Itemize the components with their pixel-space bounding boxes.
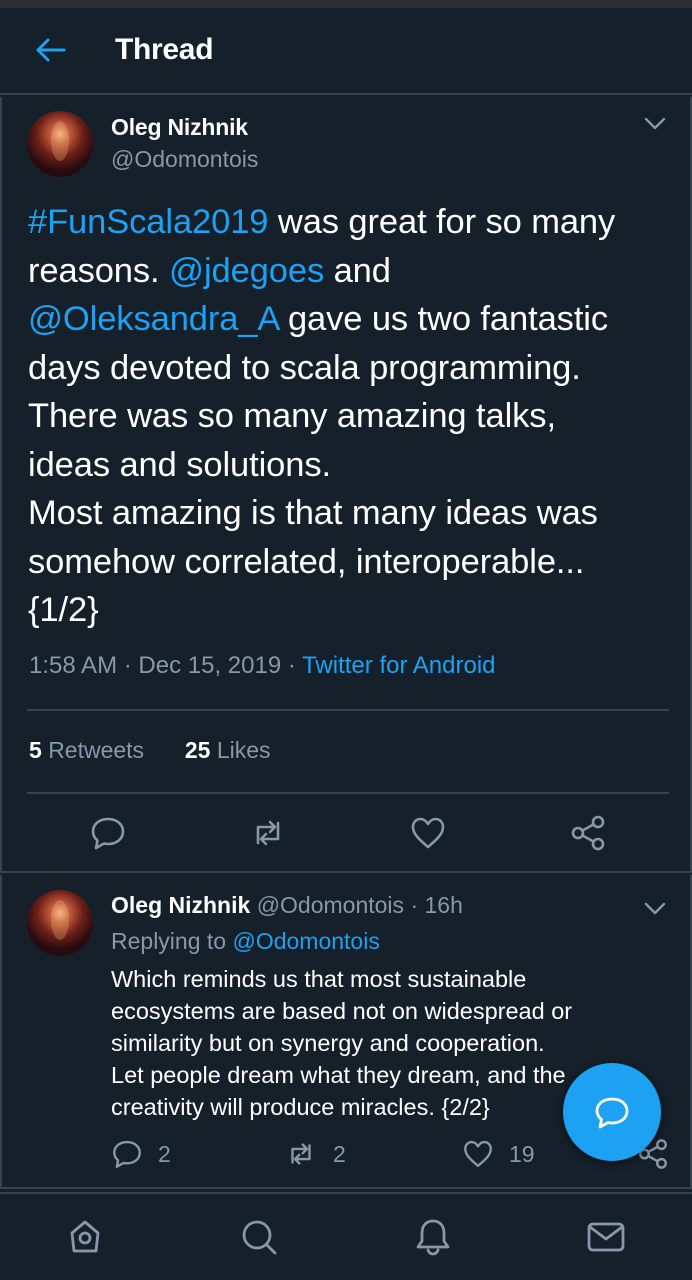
tweet-text-line: @Oleksandra_A gave us two fantastic bbox=[28, 295, 678, 344]
tweet-date: Dec 15, 2019 bbox=[138, 652, 282, 679]
retweets-label: Retweets bbox=[48, 737, 145, 763]
like-icon bbox=[411, 817, 445, 849]
tweet-text-segment: somehow correlated, interoperable... bbox=[28, 542, 585, 581]
nav-home[interactable] bbox=[64, 1216, 106, 1258]
retweet-button[interactable] bbox=[284, 1137, 324, 1177]
author-handle[interactable]: @Odomontois bbox=[111, 146, 258, 173]
like-count: 19 bbox=[509, 1141, 535, 1167]
tweet-text-line: #FunScala2019 was great for so many bbox=[28, 198, 678, 247]
search-icon bbox=[242, 1220, 277, 1255]
mention-link[interactable]: @Oleksandra_A bbox=[28, 300, 279, 338]
tweet-text-line: similarity but on synergy and cooperatio… bbox=[111, 1030, 545, 1056]
retweets-count: 5 bbox=[29, 737, 42, 763]
tweet-text-segment: Most amazing is that many ideas was bbox=[28, 494, 598, 532]
author-name[interactable]: Oleg Nizhnik bbox=[111, 114, 248, 141]
likes-count: 25 bbox=[184, 737, 211, 763]
like-icon bbox=[464, 1140, 492, 1168]
tweet-text-line: There was so many amazing talks, bbox=[28, 392, 678, 441]
avatar[interactable] bbox=[27, 111, 93, 177]
tweet-text-line: Which reminds us that most sustainable bbox=[111, 966, 527, 992]
reply-count: 2 bbox=[158, 1141, 171, 1167]
replying-to: Replying to @Odomontois bbox=[111, 928, 380, 955]
tweet-text-segment: ideas and solutions. bbox=[28, 445, 331, 484]
messages-icon bbox=[587, 1222, 625, 1252]
tweet-text-line: Most amazing is that many ideas was bbox=[28, 489, 678, 538]
reply-button[interactable] bbox=[88, 813, 128, 853]
chevron-down-icon bbox=[644, 117, 666, 130]
tweet-text: #FunScala2019 was great for so many reaso… bbox=[28, 198, 678, 635]
divider bbox=[27, 792, 669, 794]
tweet-source-link[interactable]: Twitter for Android bbox=[302, 652, 495, 679]
tweet-text-line: {1/2} bbox=[28, 586, 678, 635]
tweet-time: 1:58 AM bbox=[29, 652, 118, 679]
tweet-text-line: ideas and solutions. bbox=[28, 441, 678, 490]
tweet-text-segment: and bbox=[324, 251, 391, 290]
replying-to-link[interactable]: @Odomontois bbox=[232, 928, 379, 954]
tweet-text-segment: days devoted to scala programming. bbox=[28, 348, 581, 387]
tweet-text-segment: There was so many amazing talks, bbox=[28, 397, 556, 435]
reply-icon bbox=[113, 1140, 141, 1168]
notifications-icon bbox=[416, 1219, 450, 1256]
author-name[interactable]: Oleg Nizhnik bbox=[111, 892, 250, 918]
tweet-text-segment: reasons. bbox=[28, 251, 170, 290]
nav-search[interactable] bbox=[238, 1216, 280, 1258]
likes-stat[interactable]: 25 Likes bbox=[185, 737, 271, 763]
tweet-text-segment: {1/2} bbox=[28, 591, 99, 629]
retweets-stat[interactable]: 5 Retweets bbox=[29, 737, 144, 763]
tweet-text-line: somehow correlated, interoperable... bbox=[28, 538, 678, 587]
meta-separator: · bbox=[123, 652, 139, 679]
likes-label: Likes bbox=[216, 737, 271, 763]
avatar[interactable] bbox=[27, 890, 93, 956]
reply-button[interactable] bbox=[110, 1137, 150, 1177]
reply-icon bbox=[91, 817, 125, 850]
tweet-stats: 5 Retweets 25 Likes bbox=[29, 737, 271, 764]
tweet-options-button[interactable] bbox=[643, 114, 667, 132]
main-tweet[interactable]: Oleg Nizhnik @Odomontois #FunScala2019 w… bbox=[0, 97, 692, 873]
retweet-icon bbox=[291, 1143, 311, 1165]
author-handle[interactable]: @Odomontois bbox=[257, 892, 404, 918]
divider bbox=[27, 709, 669, 711]
like-button[interactable] bbox=[408, 813, 448, 853]
reply-header: Oleg Nizhnik @Odomontois · 16h bbox=[111, 892, 463, 919]
nav-messages[interactable] bbox=[585, 1216, 627, 1258]
nav-notifications[interactable] bbox=[412, 1216, 454, 1258]
retweet-button[interactable] bbox=[248, 813, 288, 853]
meta-separator: · bbox=[410, 892, 425, 918]
tweet-metadata: 1:58 AM · Dec 15, 2019 · Twitter for And… bbox=[29, 652, 496, 680]
retweet-count: 2 bbox=[333, 1141, 346, 1167]
share-icon bbox=[571, 815, 605, 851]
tweet-text-line: ecosystems are based not on widespread o… bbox=[111, 998, 573, 1024]
tweet-time-ago: 16h bbox=[424, 892, 463, 918]
thread-header: Thread bbox=[0, 8, 692, 95]
hashtag-link[interactable]: #FunScala2019 bbox=[28, 203, 268, 241]
compose-reply-button[interactable] bbox=[563, 1063, 661, 1161]
meta-separator: · bbox=[287, 652, 303, 679]
tweet-text-segment: was great for so many bbox=[268, 203, 616, 241]
replying-prefix: Replying to bbox=[111, 928, 227, 954]
tweet-text-line: reasons. @jdegoes and bbox=[28, 247, 678, 296]
home-icon bbox=[70, 1220, 100, 1253]
page-title: Thread bbox=[115, 33, 214, 66]
compose-reply-icon bbox=[595, 1097, 629, 1129]
tweet-text-segment: gave us two fantastic bbox=[278, 300, 609, 338]
back-button[interactable] bbox=[30, 30, 70, 70]
tweet-options-button[interactable] bbox=[643, 899, 667, 917]
retweet-icon bbox=[256, 820, 280, 846]
bottom-navigation bbox=[0, 1192, 692, 1280]
like-button[interactable] bbox=[461, 1137, 501, 1177]
arrow-left-icon bbox=[36, 38, 66, 62]
mention-link[interactable]: @jdegoes bbox=[169, 252, 324, 290]
chevron-down-icon bbox=[644, 902, 666, 915]
tweet-text-line: days devoted to scala programming. bbox=[28, 344, 678, 393]
status-bar bbox=[0, 0, 692, 8]
share-button[interactable] bbox=[568, 813, 608, 853]
